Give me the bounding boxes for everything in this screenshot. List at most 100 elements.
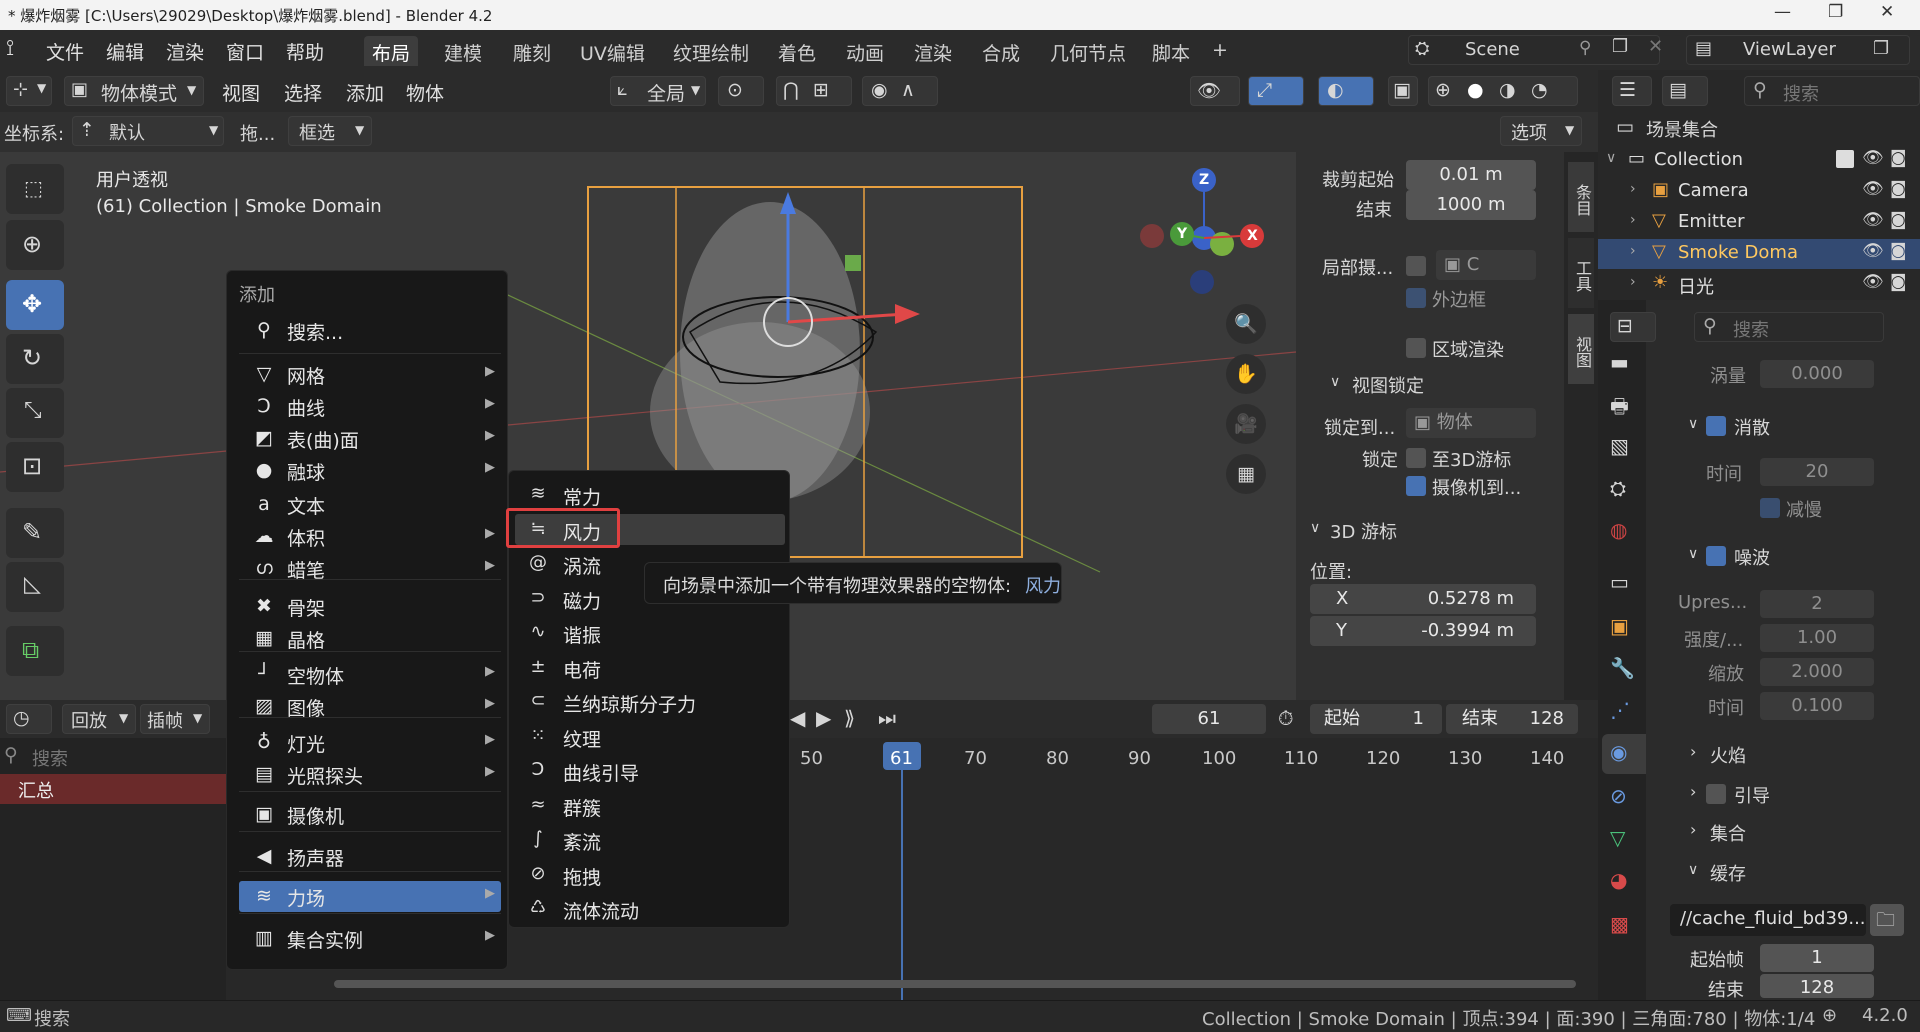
- force-field-item[interactable]: ⁙ 纹理: [515, 721, 785, 752]
- render-camera-icon[interactable]: ◙: [1890, 241, 1907, 261]
- tab-view[interactable]: 视图: [1568, 314, 1594, 384]
- start-frame-field[interactable]: 1: [1760, 944, 1874, 972]
- cache-panel-header[interactable]: ∨ 缓存: [1660, 858, 1920, 888]
- workspace-tab-geometry-nodes[interactable]: 几何节点: [1042, 36, 1134, 66]
- chevron-down-icon[interactable]: ∨: [1330, 374, 1340, 390]
- viewlayer-selector[interactable]: ▤ ViewLayer ❐: [1686, 35, 1910, 65]
- clip-start-field[interactable]: 0.01 m: [1406, 160, 1536, 190]
- modifier-tab-icon[interactable]: 🔧: [1610, 656, 1635, 680]
- view-layer-tab-icon[interactable]: ▧: [1610, 434, 1629, 458]
- outliner-search[interactable]: ⚲ 搜索: [1744, 76, 1920, 106]
- jump-end-icon[interactable]: ⏭: [878, 706, 896, 730]
- timeline-editor-type[interactable]: ◷: [6, 704, 52, 734]
- vorticity-field[interactable]: 0.000: [1760, 360, 1874, 388]
- pan-button[interactable]: ✋: [1226, 354, 1266, 394]
- add-menu-item[interactable]: ▥ 集合实例 ▶: [239, 923, 501, 954]
- viewport-menu-add[interactable]: 添加: [346, 79, 384, 106]
- proportional-edit-button[interactable]: ◉ ∧: [862, 76, 938, 106]
- workspace-tab-animation[interactable]: 动画: [838, 36, 892, 66]
- bounding-box-checkbox[interactable]: [1406, 288, 1426, 308]
- tab-item[interactable]: 条目: [1568, 162, 1594, 232]
- scale-field[interactable]: 2.000: [1760, 658, 1874, 686]
- new-scene-icon[interactable]: ❐: [1612, 36, 1628, 57]
- outliner-row[interactable]: › ▣ Camera 👁 ◙: [1598, 177, 1920, 207]
- end-frame-field[interactable]: 128: [1760, 974, 1874, 998]
- add-menu-item[interactable]: ● 融球 ▶: [239, 455, 501, 486]
- to-3d-cursor-checkbox[interactable]: [1406, 448, 1426, 468]
- rendered-shading-icon[interactable]: ◔: [1531, 79, 1548, 101]
- zoom-button[interactable]: 🔍: [1226, 304, 1266, 344]
- overlay-toggle-button[interactable]: ◐: [1318, 76, 1374, 106]
- add-workspace-button[interactable]: +: [1204, 36, 1236, 66]
- select-box-tool[interactable]: ⬚: [6, 164, 64, 214]
- noise-checkbox[interactable]: [1706, 546, 1726, 566]
- workspace-tab-rendering[interactable]: 渲染: [906, 36, 960, 66]
- fire-panel-header[interactable]: › 火焰: [1660, 740, 1920, 770]
- force-field-item[interactable]: ∿ 谐振: [515, 617, 785, 648]
- new-viewlayer-icon[interactable]: ❐: [1873, 38, 1889, 59]
- menu-edit[interactable]: 编辑: [106, 38, 144, 65]
- workspace-tab-layout[interactable]: 布局: [364, 36, 419, 66]
- blender-logo-icon[interactable]: ⟟: [6, 36, 14, 61]
- delete-scene-icon[interactable]: ✕: [1648, 36, 1663, 57]
- mode-selector[interactable]: ▣ 物体模式 ▼: [64, 76, 204, 106]
- transform-tool[interactable]: ⊡: [6, 442, 64, 492]
- viewport-menu-select[interactable]: 选择: [284, 79, 322, 106]
- local-camera-field[interactable]: ▣ C: [1436, 250, 1536, 280]
- rotate-tool[interactable]: ↻: [6, 334, 64, 384]
- keying-menu[interactable]: 插帧 ▼: [140, 704, 210, 734]
- scale-tool[interactable]: ⤡: [6, 388, 64, 438]
- cache-path-field[interactable]: //cache_fluid_bd39...: [1670, 904, 1866, 936]
- solid-shading-icon[interactable]: ●: [1467, 79, 1484, 101]
- gizmo-toggle-button[interactable]: ⤢: [1248, 76, 1304, 106]
- add-menu-item[interactable]: ▦ 晶格: [239, 623, 501, 654]
- editor-type-button[interactable]: ⊹ ▼: [6, 76, 52, 106]
- add-menu-item[interactable]: ♁ 灯光 ▶: [239, 727, 501, 758]
- force-field-item[interactable]: ♺ 流体流动: [515, 893, 785, 924]
- play-icon[interactable]: ▶: [816, 706, 831, 730]
- view-lock-header[interactable]: 视图锁定: [1352, 372, 1424, 398]
- coord-selector[interactable]: ⇡ 默认 ▼: [72, 116, 224, 146]
- chevron-icon[interactable]: ›: [1630, 181, 1636, 197]
- noise-time-field[interactable]: 0.100: [1760, 692, 1874, 720]
- display-mode-button[interactable]: ▤: [1662, 76, 1708, 106]
- cursor-header[interactable]: 3D 游标: [1330, 518, 1397, 544]
- chevron-icon[interactable]: ›: [1630, 243, 1636, 259]
- render-camera-icon[interactable]: ◙: [1890, 148, 1907, 168]
- material-shading-icon[interactable]: ◑: [1499, 79, 1516, 101]
- workspace-tab-texture-paint[interactable]: 纹理绘制: [665, 36, 757, 66]
- render-camera-icon[interactable]: ◙: [1890, 179, 1907, 199]
- eye-icon[interactable]: 👁: [1862, 148, 1884, 168]
- chevron-icon[interactable]: ›: [1630, 274, 1636, 290]
- material-tab-icon[interactable]: ◕: [1610, 868, 1627, 892]
- data-tab-icon[interactable]: ▽: [1610, 826, 1625, 850]
- render-camera-icon[interactable]: ◙: [1890, 210, 1907, 230]
- stopwatch-icon[interactable]: ⏱: [1278, 706, 1294, 730]
- local-camera-checkbox[interactable]: [1406, 256, 1426, 276]
- force-field-item[interactable]: ⊘ 拖拽: [515, 859, 785, 890]
- eye-icon[interactable]: 👁: [1862, 272, 1884, 292]
- playback-menu[interactable]: 回放 ▼: [62, 704, 136, 734]
- add-menu-search[interactable]: ⚲ 搜索...: [239, 315, 501, 346]
- add-menu-item[interactable]: ▣ 摄像机: [239, 799, 501, 830]
- add-cube-tool[interactable]: ⧉: [6, 626, 64, 676]
- play-reverse-icon[interactable]: ◀: [790, 706, 805, 730]
- region-render-checkbox[interactable]: [1406, 338, 1426, 358]
- visibility-button[interactable]: 👁: [1190, 76, 1240, 106]
- props-editor-type[interactable]: ⊟: [1610, 312, 1656, 342]
- menu-window[interactable]: 窗口: [226, 38, 264, 65]
- minimize-icon[interactable]: —: [1774, 2, 1791, 22]
- particles-tab-icon[interactable]: ⋰: [1610, 698, 1630, 722]
- force-field-item[interactable]: ≋ 常力: [515, 479, 785, 510]
- workspace-tab-sculpting[interactable]: 雕刻: [505, 36, 559, 66]
- camera-to-checkbox[interactable]: [1406, 476, 1426, 496]
- next-keyframe-icon[interactable]: ⟫: [844, 706, 855, 730]
- add-menu-item[interactable]: ഗ 蜡笔 ▶: [239, 553, 501, 584]
- force-field-item[interactable]: ⊂ 兰纳琼斯分子力: [515, 686, 785, 717]
- lock-to-field[interactable]: ▣ 物体: [1406, 408, 1536, 438]
- dissolve-checkbox[interactable]: [1706, 416, 1726, 436]
- outliner-row[interactable]: › ▽ Smoke Doma 👁 ◙: [1598, 239, 1920, 269]
- browse-folder-button[interactable]: 🗀: [1870, 904, 1904, 936]
- select-mode-selector[interactable]: 框选 ▼: [288, 116, 372, 146]
- render-tab-icon[interactable]: ▬: [1610, 350, 1629, 374]
